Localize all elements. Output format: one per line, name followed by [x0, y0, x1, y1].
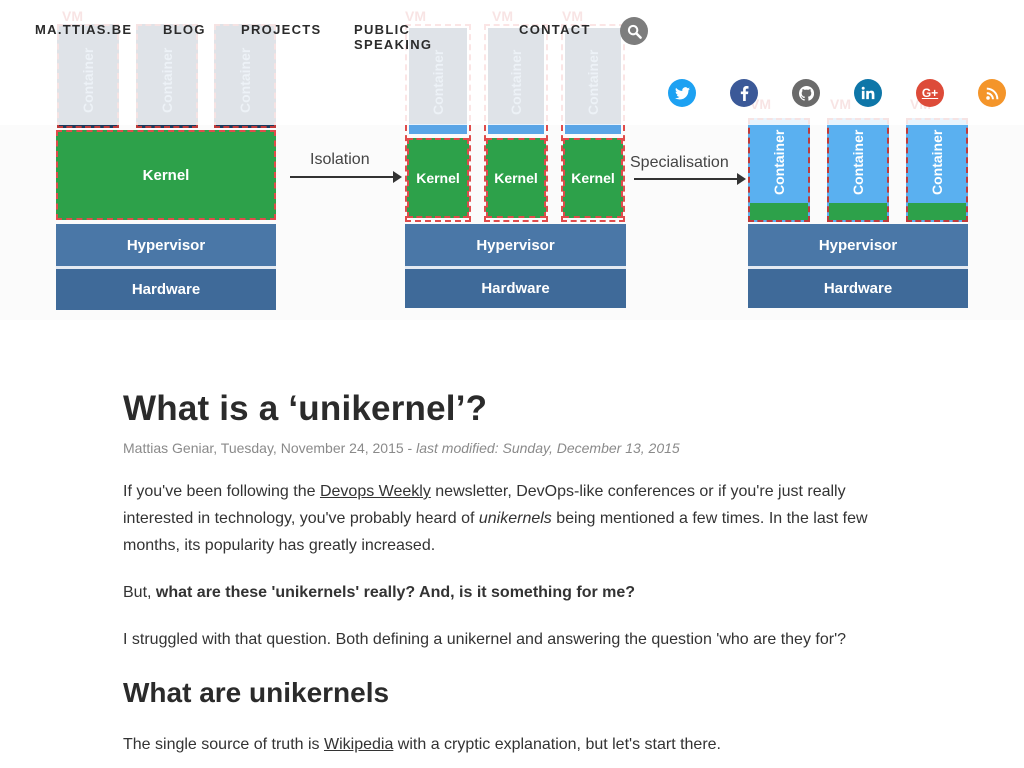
article-title: What is a ‘unikernel’? [123, 389, 488, 428]
kernel-strip [829, 203, 887, 220]
github-icon [798, 85, 814, 101]
facebook-icon [740, 85, 748, 101]
twitter-link[interactable] [668, 79, 696, 107]
container-strip [488, 124, 544, 134]
hardware-block: Hardware [405, 266, 626, 308]
kernel-strip [908, 203, 966, 220]
kernel-block: Kernel [563, 138, 623, 218]
author-date: Mattias Geniar, Tuesday, November 24, 20… [123, 440, 404, 456]
text-span: But, [123, 584, 156, 601]
search-button[interactable] [620, 17, 648, 45]
linkedin-link[interactable] [854, 79, 882, 107]
github-link[interactable] [792, 79, 820, 107]
google-plus-icon: G+ [921, 86, 939, 100]
container-strip [565, 124, 621, 134]
article-meta: Mattias Geniar, Tuesday, November 24, 20… [123, 438, 893, 458]
hardware-block: Hardware [56, 266, 276, 310]
unikernels-emphasis: unikernels [478, 510, 552, 527]
hypervisor-block: Hypervisor [405, 224, 626, 266]
paragraph-source: The single source of truth is Wikipedia … [123, 731, 893, 758]
nav-item-public-speaking[interactable]: PUBLIC SPEAKING [354, 22, 432, 52]
nav-item-projects[interactable]: PROJECTS [241, 22, 321, 37]
google-plus-link[interactable]: G+ [916, 79, 944, 107]
paragraph-intro: If you've been following the Devops Week… [123, 478, 893, 559]
question-strong: what are these 'unikernels' really? And,… [155, 584, 636, 601]
search-icon [627, 24, 642, 39]
container-label: Container [850, 129, 866, 195]
isolation-arrow [290, 171, 402, 183]
rss-icon [985, 87, 998, 100]
paragraph-question: But, what are these 'unikernels' really?… [123, 579, 893, 606]
hypervisor-block: Hypervisor [748, 224, 968, 266]
text-span: If you've been following the [123, 483, 320, 500]
container-label: Container [771, 129, 787, 195]
container-label: Container [929, 129, 945, 195]
wikipedia-link[interactable]: Wikipedia [324, 736, 393, 753]
container-strip [409, 124, 467, 134]
twitter-icon [674, 86, 690, 99]
kernel-block: Kernel [56, 130, 276, 220]
nav-item-contact[interactable]: CONTACT [519, 22, 591, 37]
kernel-block: Kernel [486, 138, 546, 218]
linkedin-icon [861, 86, 875, 100]
site-brand-link[interactable]: MA.TTIAS.BE [35, 22, 132, 37]
meta-separator: - [403, 440, 417, 456]
kernel-strip [750, 203, 808, 220]
isolation-label: Isolation [310, 151, 370, 168]
text-span: The single source of truth is [123, 736, 324, 753]
article: What is a ‘unikernel’? Mattias Geniar, T… [123, 386, 893, 758]
paragraph-struggle: I struggled with that question. Both def… [123, 631, 847, 648]
section-heading: What are unikernels [123, 677, 390, 708]
specialisation-label: Specialisation [630, 154, 729, 171]
specialisation-arrow [634, 173, 746, 185]
hypervisor-block: Hypervisor [56, 224, 276, 266]
text-span: with a cryptic explanation, but let's st… [393, 736, 721, 753]
devops-weekly-link[interactable]: Devops Weekly [320, 483, 431, 500]
kernel-block: Kernel [407, 138, 469, 218]
last-modified: last modified: Sunday, December 13, 2015 [416, 440, 680, 456]
nav-item-blog[interactable]: BLOG [163, 22, 206, 37]
rss-link[interactable] [978, 79, 1006, 107]
hardware-block: Hardware [748, 266, 968, 308]
top-bar: MA.TTIAS.BE BLOG PROJECTS PUBLIC SPEAKIN… [0, 0, 1024, 125]
facebook-link[interactable] [730, 79, 758, 107]
